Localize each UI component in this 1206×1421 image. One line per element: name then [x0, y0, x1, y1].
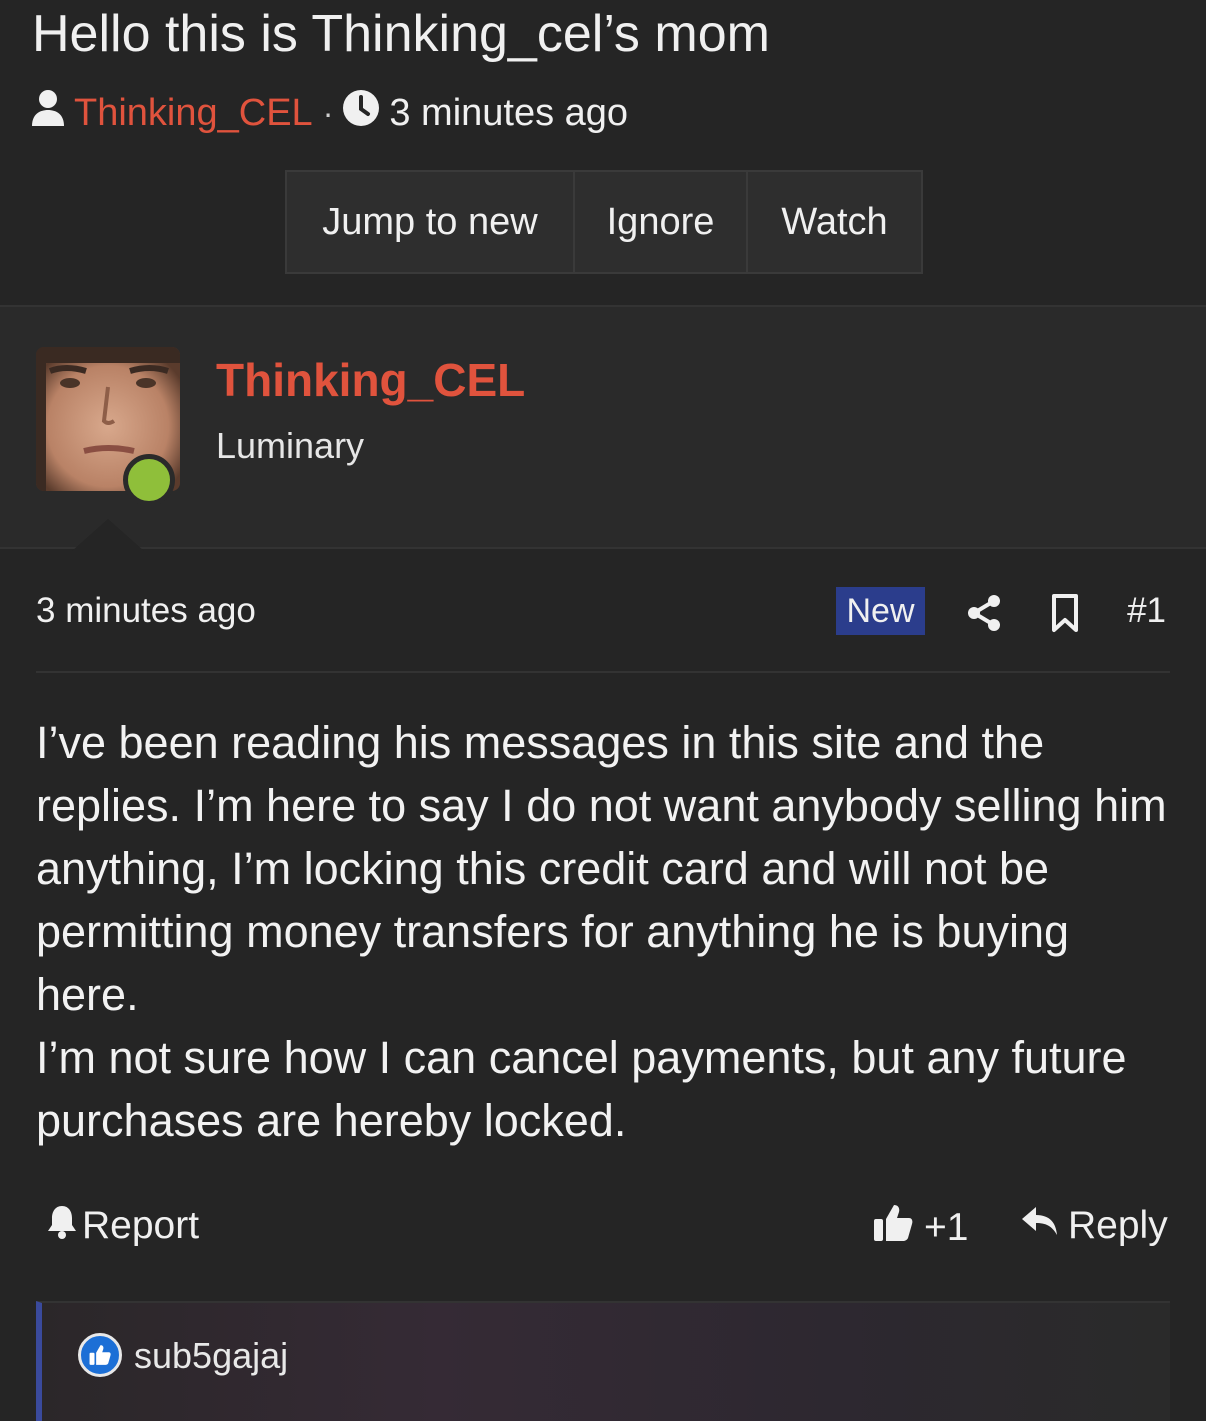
- reaction-user-link[interactable]: sub5gajaj: [134, 1335, 288, 1377]
- reply-button[interactable]: Reply: [1020, 1203, 1168, 1249]
- like-reaction-icon: [78, 1333, 122, 1377]
- share-icon[interactable]: [966, 593, 1002, 633]
- report-button[interactable]: Report: [46, 1203, 199, 1249]
- thumbs-up-icon: [872, 1203, 914, 1253]
- thread-header: Hello this is Thinking_cel’s mom Thinkin…: [0, 0, 1206, 305]
- online-status-indicator: [123, 454, 175, 506]
- post-date[interactable]: 3 minutes ago: [36, 591, 256, 631]
- reply-icon: [1020, 1203, 1060, 1249]
- thread-meta: Thinking_CEL · 3 minutes ago: [30, 88, 628, 138]
- reactions-bar[interactable]: sub5gajaj: [36, 1301, 1170, 1421]
- report-label: Report: [82, 1204, 200, 1247]
- like-button[interactable]: +1: [872, 1203, 968, 1253]
- post-paragraph: I’m not sure how I can cancel payments, …: [36, 1032, 1127, 1146]
- bell-icon: [46, 1203, 78, 1249]
- post-paragraph: I’ve been reading his messages in this s…: [36, 717, 1167, 1020]
- reply-label: Reply: [1068, 1204, 1168, 1247]
- new-badge: New: [836, 587, 925, 635]
- thread-time: 3 minutes ago: [389, 91, 629, 134]
- post: Thinking_CEL Luminary 3 minutes ago New …: [0, 305, 1206, 1421]
- watch-button[interactable]: Watch: [748, 170, 923, 274]
- bookmark-icon[interactable]: [1050, 593, 1080, 633]
- meta-separator: ·: [322, 94, 334, 131]
- post-actions: Report +1 Reply: [36, 1203, 1170, 1253]
- ignore-button[interactable]: Ignore: [575, 170, 748, 274]
- post-divider: [36, 671, 1170, 673]
- like-count: +1: [924, 1206, 969, 1249]
- post-arrow: [72, 519, 144, 551]
- user-icon: [30, 88, 66, 138]
- post-number-link[interactable]: #1: [1127, 591, 1166, 631]
- post-user-title: Luminary: [216, 425, 365, 466]
- thread-title: Hello this is Thinking_cel’s mom: [32, 5, 770, 63]
- thread-button-group: Jump to new Ignore Watch: [285, 170, 923, 274]
- post-body: I’ve been reading his messages in this s…: [36, 711, 1176, 1152]
- clock-icon: [341, 88, 381, 138]
- post-username[interactable]: Thinking_CEL: [216, 353, 525, 407]
- jump-to-new-button[interactable]: Jump to new: [285, 170, 575, 274]
- post-user-block: Thinking_CEL Luminary: [0, 305, 1206, 551]
- thread-author-link[interactable]: Thinking_CEL: [74, 92, 313, 135]
- post-meta: 3 minutes ago New #1: [36, 587, 1170, 639]
